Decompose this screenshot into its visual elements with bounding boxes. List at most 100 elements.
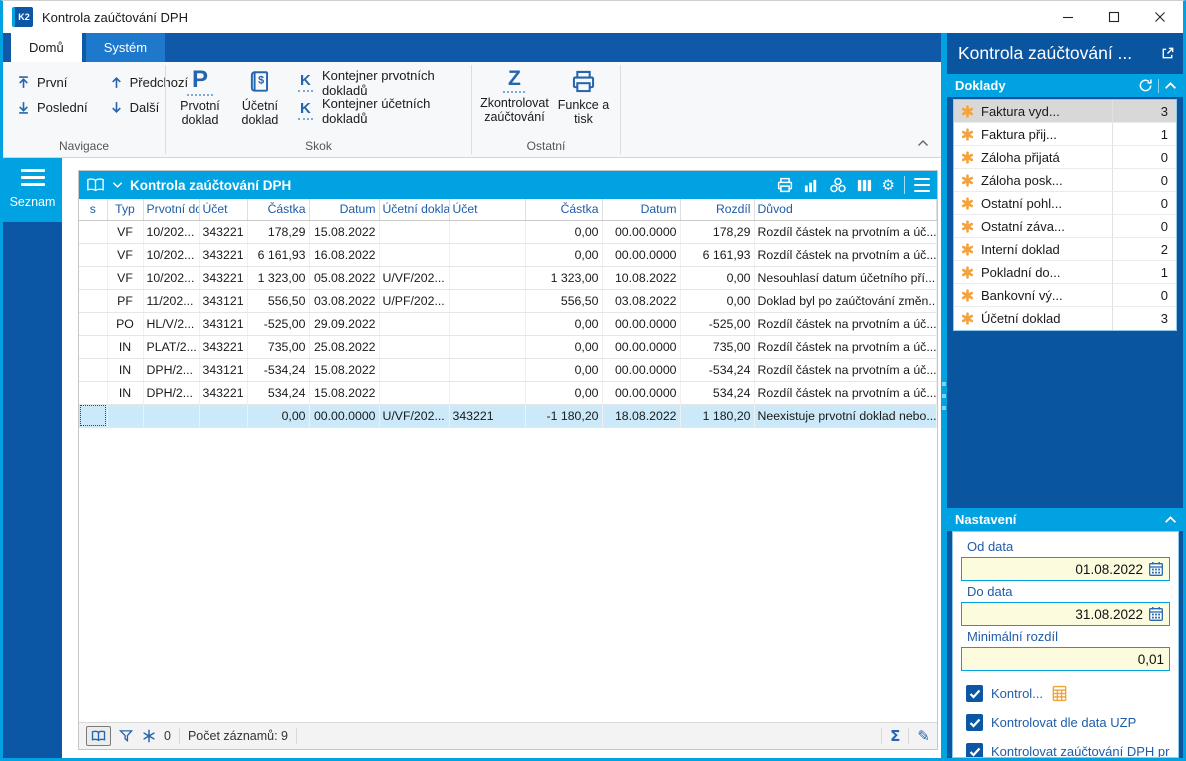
table-cell[interactable]: 0,00 bbox=[247, 404, 309, 427]
table-cell[interactable]: 0,00 bbox=[680, 289, 754, 312]
doklady-item[interactable]: Ostatní pohl...0 bbox=[954, 192, 1176, 215]
table-cell[interactable]: Rozdíl částek na prvotním a úč... bbox=[754, 220, 937, 243]
table-cell[interactable]: 343121 bbox=[199, 289, 247, 312]
table-cell[interactable]: 0,00 bbox=[680, 266, 754, 289]
table-cell[interactable]: Rozdíl částek na prvotním a úč... bbox=[754, 243, 937, 266]
column-header[interactable]: Prvotní do bbox=[143, 199, 199, 220]
table-cell[interactable]: U/VF/202... bbox=[379, 404, 449, 427]
table-cell[interactable]: 343221 bbox=[199, 266, 247, 289]
table-cell[interactable]: 343221 bbox=[199, 243, 247, 266]
menu-icon[interactable] bbox=[914, 178, 930, 192]
table-cell[interactable]: 0,00 bbox=[525, 220, 602, 243]
column-header[interactable]: Účetní doklad bbox=[379, 199, 449, 220]
table-cell[interactable]: 10/202... bbox=[143, 220, 199, 243]
column-header[interactable]: Částka bbox=[525, 199, 602, 220]
table-cell[interactable]: PO bbox=[107, 312, 143, 335]
table-cell[interactable]: Doklad byl po zaúčtování změn... bbox=[754, 289, 937, 312]
table-row[interactable]: VF10/202...3432216 161,9316.08.20220,000… bbox=[79, 243, 937, 266]
open-book-icon[interactable] bbox=[86, 177, 105, 193]
print-icon[interactable] bbox=[776, 176, 794, 194]
nastaveni-header[interactable]: Nastavení bbox=[947, 508, 1183, 531]
table-cell[interactable]: 0,00 bbox=[525, 381, 602, 404]
maximize-button[interactable] bbox=[1091, 1, 1137, 33]
table-row[interactable]: INDPH/2...343121-534,2415.08.20220,0000.… bbox=[79, 358, 937, 381]
table-row[interactable]: 0,0000.00.0000U/VF/202...343221-1 180,20… bbox=[79, 404, 937, 427]
table-cell[interactable] bbox=[449, 358, 525, 381]
column-header[interactable]: Částka bbox=[247, 199, 309, 220]
chart-icon[interactable] bbox=[803, 177, 820, 194]
checkbox[interactable] bbox=[966, 685, 983, 702]
table-cell[interactable]: U/VF/202... bbox=[379, 266, 449, 289]
table-cell[interactable] bbox=[449, 335, 525, 358]
table-cell[interactable]: Rozdíl částek na prvotním a úč... bbox=[754, 335, 937, 358]
columns-icon[interactable] bbox=[856, 177, 873, 194]
table-cell[interactable]: -525,00 bbox=[247, 312, 309, 335]
table-row[interactable]: VF10/202...3432211 323,0005.08.2022U/VF/… bbox=[79, 266, 937, 289]
date-input[interactable] bbox=[962, 562, 1148, 577]
table-cell[interactable] bbox=[379, 358, 449, 381]
doklady-item[interactable]: Faktura přij...1 bbox=[954, 123, 1176, 146]
table-cell[interactable] bbox=[79, 289, 107, 312]
table-cell[interactable]: 10/202... bbox=[143, 266, 199, 289]
table-cell[interactable]: 15.08.2022 bbox=[309, 220, 379, 243]
kontejner-prvotnich-button[interactable]: K Kontejner prvotních dokladů bbox=[292, 70, 465, 95]
doklady-item[interactable]: Účetní doklad3 bbox=[954, 307, 1176, 330]
table-cell[interactable] bbox=[143, 404, 199, 427]
chevron-down-icon[interactable] bbox=[112, 181, 123, 189]
checkbox-row[interactable]: Kontrolovat zaúčtování DPH pro t... bbox=[961, 737, 1170, 758]
table-cell[interactable]: IN bbox=[107, 381, 143, 404]
table-cell[interactable]: 343221 bbox=[199, 335, 247, 358]
table-cell[interactable]: 10.08.2022 bbox=[602, 266, 680, 289]
ucetni-doklad-button[interactable]: $ Účetní doklad bbox=[232, 65, 288, 139]
tab-domu[interactable]: Domů bbox=[11, 33, 82, 62]
table-cell[interactable] bbox=[107, 404, 143, 427]
table-cell[interactable]: 00.00.0000 bbox=[602, 335, 680, 358]
date-input[interactable] bbox=[962, 607, 1148, 622]
number-input[interactable] bbox=[962, 652, 1169, 667]
table-row[interactable]: INPLAT/2...343221735,0025.08.20220,0000.… bbox=[79, 335, 937, 358]
table-cell[interactable]: 00.00.0000 bbox=[602, 312, 680, 335]
table-cell[interactable] bbox=[379, 381, 449, 404]
table-cell[interactable] bbox=[449, 289, 525, 312]
table-cell[interactable]: 343221 bbox=[199, 381, 247, 404]
doklady-item[interactable]: Bankovní vý...0 bbox=[954, 284, 1176, 307]
table-cell[interactable] bbox=[449, 266, 525, 289]
column-header[interactable]: Účet bbox=[449, 199, 525, 220]
table-cell[interactable]: 343121 bbox=[199, 358, 247, 381]
doklady-item[interactable]: Pokladní do...1 bbox=[954, 261, 1176, 284]
chevron-up-icon[interactable] bbox=[1164, 515, 1177, 524]
table-cell[interactable]: 10/202... bbox=[143, 243, 199, 266]
table-cell[interactable] bbox=[449, 220, 525, 243]
table-cell[interactable]: 6 161,93 bbox=[680, 243, 754, 266]
sum-icon[interactable]: Σ bbox=[890, 727, 900, 745]
table-cell[interactable]: 1 323,00 bbox=[525, 266, 602, 289]
table-cell[interactable]: 343221 bbox=[199, 220, 247, 243]
table-cell[interactable] bbox=[199, 404, 247, 427]
freeze-icon[interactable] bbox=[142, 729, 156, 743]
table-cell[interactable]: U/PF/202... bbox=[379, 289, 449, 312]
checkbox[interactable] bbox=[966, 743, 983, 758]
calendar-icon[interactable] bbox=[1148, 606, 1164, 622]
table-cell[interactable]: 00.00.0000 bbox=[602, 381, 680, 404]
refresh-icon[interactable] bbox=[1138, 78, 1153, 93]
ribbon-collapse-button[interactable] bbox=[917, 134, 929, 152]
table-cell[interactable]: 11/202... bbox=[143, 289, 199, 312]
table-cell[interactable] bbox=[449, 312, 525, 335]
doklady-item[interactable]: Záloha posk...0 bbox=[954, 169, 1176, 192]
popout-icon[interactable] bbox=[1160, 46, 1175, 61]
first-button[interactable]: První bbox=[9, 70, 96, 95]
kontejner-ucetnich-button[interactable]: K Kontejner účetních dokladů bbox=[292, 98, 465, 123]
table-cell[interactable]: 178,29 bbox=[247, 220, 309, 243]
table-cell[interactable]: -534,24 bbox=[247, 358, 309, 381]
doklady-item[interactable]: Faktura vyd...3 bbox=[954, 100, 1176, 123]
table-cell[interactable] bbox=[79, 335, 107, 358]
table-cell[interactable]: HL/V/2... bbox=[143, 312, 199, 335]
table-cell[interactable] bbox=[79, 266, 107, 289]
table-cell[interactable] bbox=[449, 381, 525, 404]
filter-icon[interactable] bbox=[119, 729, 134, 743]
table-cell[interactable] bbox=[79, 381, 107, 404]
table-cell[interactable]: IN bbox=[107, 358, 143, 381]
table-cell[interactable]: -534,24 bbox=[680, 358, 754, 381]
book-view-button[interactable] bbox=[86, 726, 111, 746]
checkbox[interactable] bbox=[966, 714, 983, 731]
